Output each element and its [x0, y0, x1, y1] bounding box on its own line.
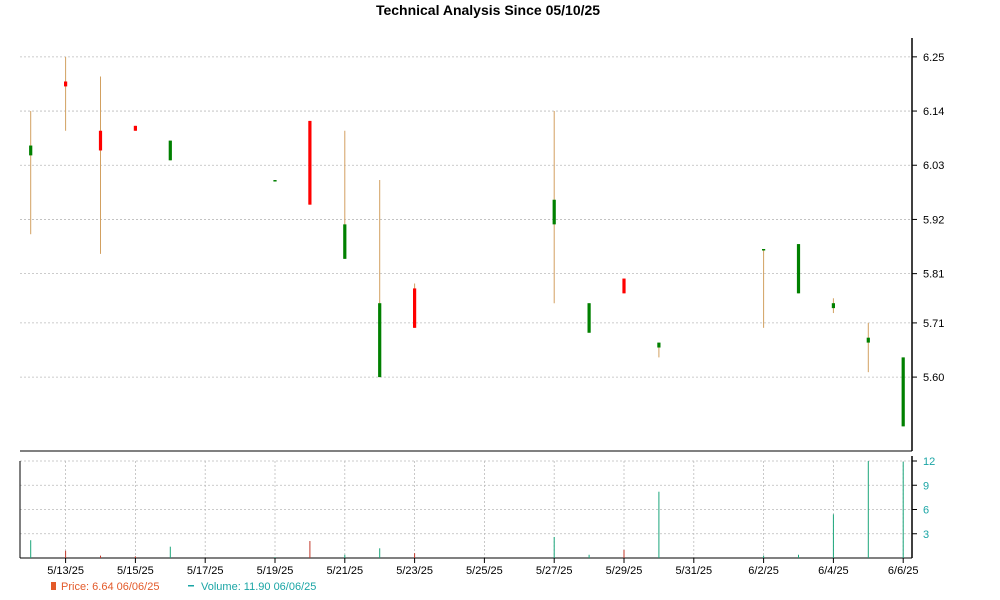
- candle-body: [622, 278, 626, 294]
- candle-body: [273, 180, 277, 182]
- volume-tick-label: 3: [923, 529, 929, 541]
- candle-body: [343, 224, 347, 259]
- x-tick-label: 5/21/25: [326, 565, 363, 577]
- volume-axis-ticks: 12 9 6 3: [912, 456, 935, 541]
- chart-container: Technical Analysis Since 05/10/25 5/13/2…: [0, 0, 1000, 600]
- grid-lines: [20, 56, 912, 558]
- technical-analysis-chart: Technical Analysis Since 05/10/25 5/13/2…: [19, 2, 944, 593]
- candle-body: [831, 303, 835, 309]
- x-tick-label: 5/23/25: [396, 565, 433, 577]
- volume-tick-label: 9: [923, 480, 929, 492]
- candle-body: [98, 130, 103, 151]
- volume-tick-label: 12: [923, 456, 935, 468]
- price-legend-label: Price: 6.64 06/06/25: [61, 581, 159, 593]
- candlesticks: [29, 56, 905, 427]
- x-tick-label: 5/29/25: [606, 565, 643, 577]
- legend: Price: 6.64 06/06/25 Volume: 11.90 06/06…: [51, 581, 316, 593]
- price-tick-label: 5.81: [923, 269, 944, 281]
- axes: [19, 38, 913, 559]
- volume-tick-label: 6: [923, 505, 929, 517]
- candle-body: [133, 125, 137, 131]
- candle-body: [796, 244, 801, 294]
- x-tick-label: 6/4/25: [818, 565, 849, 577]
- candle-body: [168, 140, 172, 161]
- candle-body: [308, 120, 312, 205]
- x-tick-label: 5/25/25: [466, 565, 503, 577]
- price-tick-label: 6.03: [923, 160, 944, 172]
- x-tick-label: 5/13/25: [47, 565, 84, 577]
- candle-body: [901, 357, 905, 427]
- candle-body: [552, 199, 556, 225]
- chart-title: Technical Analysis Since 05/10/25: [376, 2, 600, 18]
- candle-body: [413, 288, 417, 328]
- candle-body: [762, 249, 766, 251]
- price-tick-label: 6.14: [923, 106, 944, 118]
- volume-legend-label: Volume: 11.90 06/06/25: [201, 581, 316, 593]
- x-tick-label: 6/6/25: [888, 565, 919, 577]
- x-tick-label: 5/27/25: [536, 565, 573, 577]
- x-tick-label: 6/2/25: [748, 565, 779, 577]
- candle-body: [378, 303, 382, 378]
- price-tick-label: 5.71: [923, 318, 944, 330]
- candle-body: [64, 81, 68, 87]
- candle-body: [29, 145, 33, 156]
- price-axis-ticks: 6.25 6.14 6.03 5.92 5.81 5.71 5.60: [912, 52, 944, 384]
- price-tick-label: 5.92: [923, 214, 944, 226]
- price-legend-marker: [51, 582, 56, 590]
- x-tick-label: 5/15/25: [117, 565, 154, 577]
- price-tick-label: 6.25: [923, 52, 944, 64]
- x-tick-label: 5/31/25: [675, 565, 712, 577]
- candle-body: [587, 303, 591, 333]
- volume-legend-marker: [188, 585, 194, 587]
- x-tick-label: 5/17/25: [187, 565, 224, 577]
- candle-body: [657, 342, 661, 348]
- x-axis-ticks: 5/13/25 5/15/25 5/17/25 5/19/25 5/21/25 5/23/…: [47, 558, 918, 577]
- price-tick-label: 5.60: [923, 372, 944, 384]
- candle-body: [866, 337, 870, 343]
- x-tick-label: 5/19/25: [257, 565, 294, 577]
